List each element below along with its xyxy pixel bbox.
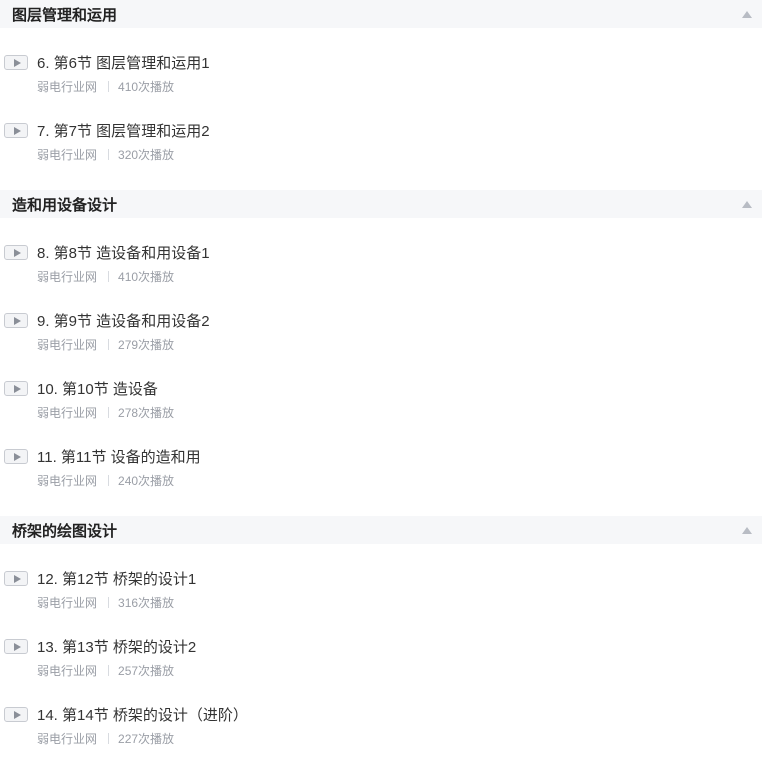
lesson-author: 弱电行业网 bbox=[37, 270, 98, 284]
lesson-play-count: 227次播放 bbox=[118, 732, 175, 746]
lesson-item[interactable]: 10. 第10节 造设备 弱电行业网 278次播放 bbox=[0, 381, 762, 449]
lesson-item[interactable]: 14. 第14节 桥架的设计（进阶） 弱电行业网 227次播放 bbox=[0, 707, 762, 775]
play-button[interactable] bbox=[4, 55, 28, 70]
lesson-item[interactable]: 13. 第13节 桥架的设计2 弱电行业网 257次播放 bbox=[0, 639, 762, 707]
lesson-meta: 弱电行业网 227次播放 bbox=[37, 730, 174, 747]
lesson-meta: 弱电行业网 410次播放 bbox=[37, 268, 174, 285]
lesson-author: 弱电行业网 bbox=[37, 338, 98, 352]
meta-divider bbox=[108, 733, 110, 744]
play-icon bbox=[13, 58, 21, 67]
meta-divider bbox=[108, 475, 110, 486]
play-icon bbox=[13, 642, 21, 651]
play-icon bbox=[13, 574, 21, 583]
play-icon bbox=[13, 316, 21, 325]
lesson-play-count: 410次播放 bbox=[118, 270, 175, 284]
course-outline: 图层管理和运用 6. 第6节 图层管理和运用1 弱电行业网 410次播放 7. … bbox=[0, 0, 762, 775]
lesson-item[interactable]: 7. 第7节 图层管理和运用2 弱电行业网 320次播放 bbox=[0, 123, 762, 191]
lesson-title[interactable]: 9. 第9节 造设备和用设备2 bbox=[37, 310, 210, 331]
play-icon bbox=[13, 710, 21, 719]
lesson-author: 弱电行业网 bbox=[37, 664, 98, 678]
meta-divider bbox=[108, 665, 110, 676]
lesson-title[interactable]: 10. 第10节 造设备 bbox=[37, 378, 158, 399]
meta-divider bbox=[108, 271, 110, 282]
play-button[interactable] bbox=[4, 707, 28, 722]
play-icon bbox=[13, 126, 21, 135]
lesson-title[interactable]: 6. 第6节 图层管理和运用1 bbox=[37, 52, 210, 73]
lesson-play-count: 240次播放 bbox=[118, 474, 175, 488]
section-header[interactable]: 造和用设备设计 bbox=[0, 190, 762, 218]
meta-divider bbox=[108, 81, 110, 92]
lesson-play-count: 320次播放 bbox=[118, 148, 175, 162]
lesson-item[interactable]: 9. 第9节 造设备和用设备2 弱电行业网 279次播放 bbox=[0, 313, 762, 381]
lesson-play-count: 410次播放 bbox=[118, 80, 175, 94]
lesson-play-count: 279次播放 bbox=[118, 338, 175, 352]
play-button[interactable] bbox=[4, 123, 28, 138]
lesson-meta: 弱电行业网 240次播放 bbox=[37, 472, 174, 489]
lesson-play-count: 316次播放 bbox=[118, 596, 175, 610]
lesson-title[interactable]: 13. 第13节 桥架的设计2 bbox=[37, 636, 196, 657]
play-button[interactable] bbox=[4, 313, 28, 328]
lesson-author: 弱电行业网 bbox=[37, 406, 98, 420]
section-header[interactable]: 图层管理和运用 bbox=[0, 0, 762, 28]
collapse-up-icon[interactable] bbox=[742, 10, 752, 18]
lesson-meta: 弱电行业网 320次播放 bbox=[37, 146, 174, 163]
lesson-meta: 弱电行业网 279次播放 bbox=[37, 336, 174, 353]
lesson-item[interactable]: 12. 第12节 桥架的设计1 弱电行业网 316次播放 bbox=[0, 571, 762, 639]
lesson-item[interactable]: 11. 第11节 设备的造和用 弱电行业网 240次播放 bbox=[0, 449, 762, 517]
lesson-title[interactable]: 14. 第14节 桥架的设计（进阶） bbox=[37, 704, 248, 725]
section-title: 图层管理和运用 bbox=[12, 6, 118, 24]
meta-divider bbox=[108, 407, 110, 418]
lesson-title[interactable]: 11. 第11节 设备的造和用 bbox=[37, 446, 201, 467]
lesson-author: 弱电行业网 bbox=[37, 474, 98, 488]
lesson-meta: 弱电行业网 257次播放 bbox=[37, 662, 174, 679]
play-button[interactable] bbox=[4, 639, 28, 654]
play-button[interactable] bbox=[4, 381, 28, 396]
play-icon bbox=[13, 248, 21, 257]
lesson-meta: 弱电行业网 316次播放 bbox=[37, 594, 174, 611]
lesson-title[interactable]: 7. 第7节 图层管理和运用2 bbox=[37, 120, 210, 141]
play-button[interactable] bbox=[4, 449, 28, 464]
play-button[interactable] bbox=[4, 571, 28, 586]
collapse-up-icon[interactable] bbox=[742, 200, 752, 208]
lesson-author: 弱电行业网 bbox=[37, 732, 98, 746]
section-title: 桥架的绘图设计 bbox=[12, 522, 118, 540]
lesson-meta: 弱电行业网 278次播放 bbox=[37, 404, 174, 421]
play-button[interactable] bbox=[4, 245, 28, 260]
lesson-item[interactable]: 8. 第8节 造设备和用设备1 弱电行业网 410次播放 bbox=[0, 245, 762, 313]
play-icon bbox=[13, 452, 21, 461]
section-header[interactable]: 桥架的绘图设计 bbox=[0, 516, 762, 544]
section-title: 造和用设备设计 bbox=[12, 196, 118, 214]
lesson-author: 弱电行业网 bbox=[37, 596, 98, 610]
lesson-author: 弱电行业网 bbox=[37, 148, 98, 162]
lesson-play-count: 278次播放 bbox=[118, 406, 175, 420]
lesson-play-count: 257次播放 bbox=[118, 664, 175, 678]
lesson-title[interactable]: 8. 第8节 造设备和用设备1 bbox=[37, 242, 210, 263]
meta-divider bbox=[108, 597, 110, 608]
play-icon bbox=[13, 384, 21, 393]
lesson-meta: 弱电行业网 410次播放 bbox=[37, 78, 174, 95]
lesson-title[interactable]: 12. 第12节 桥架的设计1 bbox=[37, 568, 196, 589]
lesson-item[interactable]: 6. 第6节 图层管理和运用1 弱电行业网 410次播放 bbox=[0, 55, 762, 123]
meta-divider bbox=[108, 339, 110, 350]
collapse-up-icon[interactable] bbox=[742, 526, 752, 534]
meta-divider bbox=[108, 149, 110, 160]
lesson-author: 弱电行业网 bbox=[37, 80, 98, 94]
